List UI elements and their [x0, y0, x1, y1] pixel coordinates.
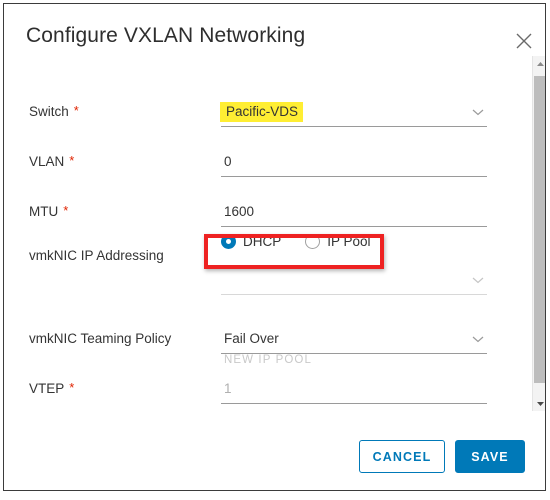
vlan-input-value: 0: [224, 154, 232, 169]
radio-option-ip-pool[interactable]: IP Pool: [305, 234, 371, 249]
label-vtep: VTEP *: [29, 380, 75, 396]
vtep-input-value: 1: [224, 381, 232, 396]
radio-label-ip-pool: IP Pool: [327, 234, 371, 249]
mtu-input-value: 1600: [224, 204, 255, 219]
radio-option-dhcp[interactable]: DHCP: [221, 234, 281, 249]
required-marker: *: [63, 203, 69, 218]
save-button[interactable]: SAVE: [455, 440, 525, 473]
label-vmknic-teaming-policy: vmkNIC Teaming Policy: [29, 331, 171, 346]
vtep-input[interactable]: 1: [221, 377, 487, 404]
required-marker: *: [73, 103, 79, 118]
page-title: Configure VXLAN Networking: [26, 24, 306, 47]
caret-up-icon[interactable]: [533, 56, 545, 71]
vertical-scrollbar[interactable]: [532, 56, 545, 411]
label-mtu: MTU *: [29, 203, 69, 219]
vlan-input[interactable]: 0: [221, 150, 487, 177]
label-vlan: VLAN *: [29, 153, 75, 169]
label-vtep-text: VTEP: [29, 381, 65, 396]
label-vmknic-ip-addressing-text: vmkNIC IP Addressing: [29, 248, 164, 263]
chevron-down-icon[interactable]: [471, 334, 485, 344]
chevron-down-icon[interactable]: [471, 107, 485, 117]
radio-label-dhcp: DHCP: [243, 234, 282, 249]
dialog-form: Switch * Pacific-VDS VLAN * 0 MTU * 1600 vm…: [4, 56, 545, 436]
switch-select[interactable]: Pacific-VDS: [220, 100, 487, 127]
cancel-button[interactable]: CANCEL: [359, 440, 445, 473]
radio-mark-dhcp: [221, 234, 236, 249]
label-switch-text: Switch: [29, 104, 69, 119]
ip-addressing-radio-group: DHCP IP Pool: [221, 234, 371, 249]
new-ip-pool-caption: NEW IP POOL: [224, 354, 312, 366]
teaming-policy-select-value: Fail Over: [224, 331, 279, 346]
teaming-policy-select[interactable]: Fail Over: [221, 327, 487, 354]
chevron-down-icon: [472, 277, 484, 284]
switch-select-value: Pacific-VDS: [220, 102, 304, 122]
label-switch: Switch *: [29, 103, 79, 119]
label-vlan-text: VLAN: [29, 154, 65, 169]
ip-pool-select: [221, 268, 487, 295]
caret-down-icon[interactable]: [533, 396, 545, 411]
required-marker: *: [69, 153, 75, 168]
radio-mark-ip-pool: [305, 234, 321, 249]
configure-vxlan-dialog: Configure VXLAN Networking Switch * Pacif…: [3, 3, 546, 491]
close-icon[interactable]: [512, 29, 536, 53]
switch-select-value-wrap: Pacific-VDS: [220, 102, 304, 122]
mtu-input[interactable]: 1600: [221, 200, 487, 227]
label-mtu-text: MTU: [29, 204, 59, 219]
dialog-header: Configure VXLAN Networking: [4, 4, 545, 56]
label-vmknic-teaming-policy-text: vmkNIC Teaming Policy: [29, 331, 172, 346]
required-marker: *: [69, 380, 75, 395]
label-vmknic-ip-addressing: vmkNIC IP Addressing: [29, 248, 164, 263]
dialog-footer: CANCEL SAVE: [4, 428, 545, 490]
scrollbar-thumb[interactable]: [534, 76, 545, 383]
